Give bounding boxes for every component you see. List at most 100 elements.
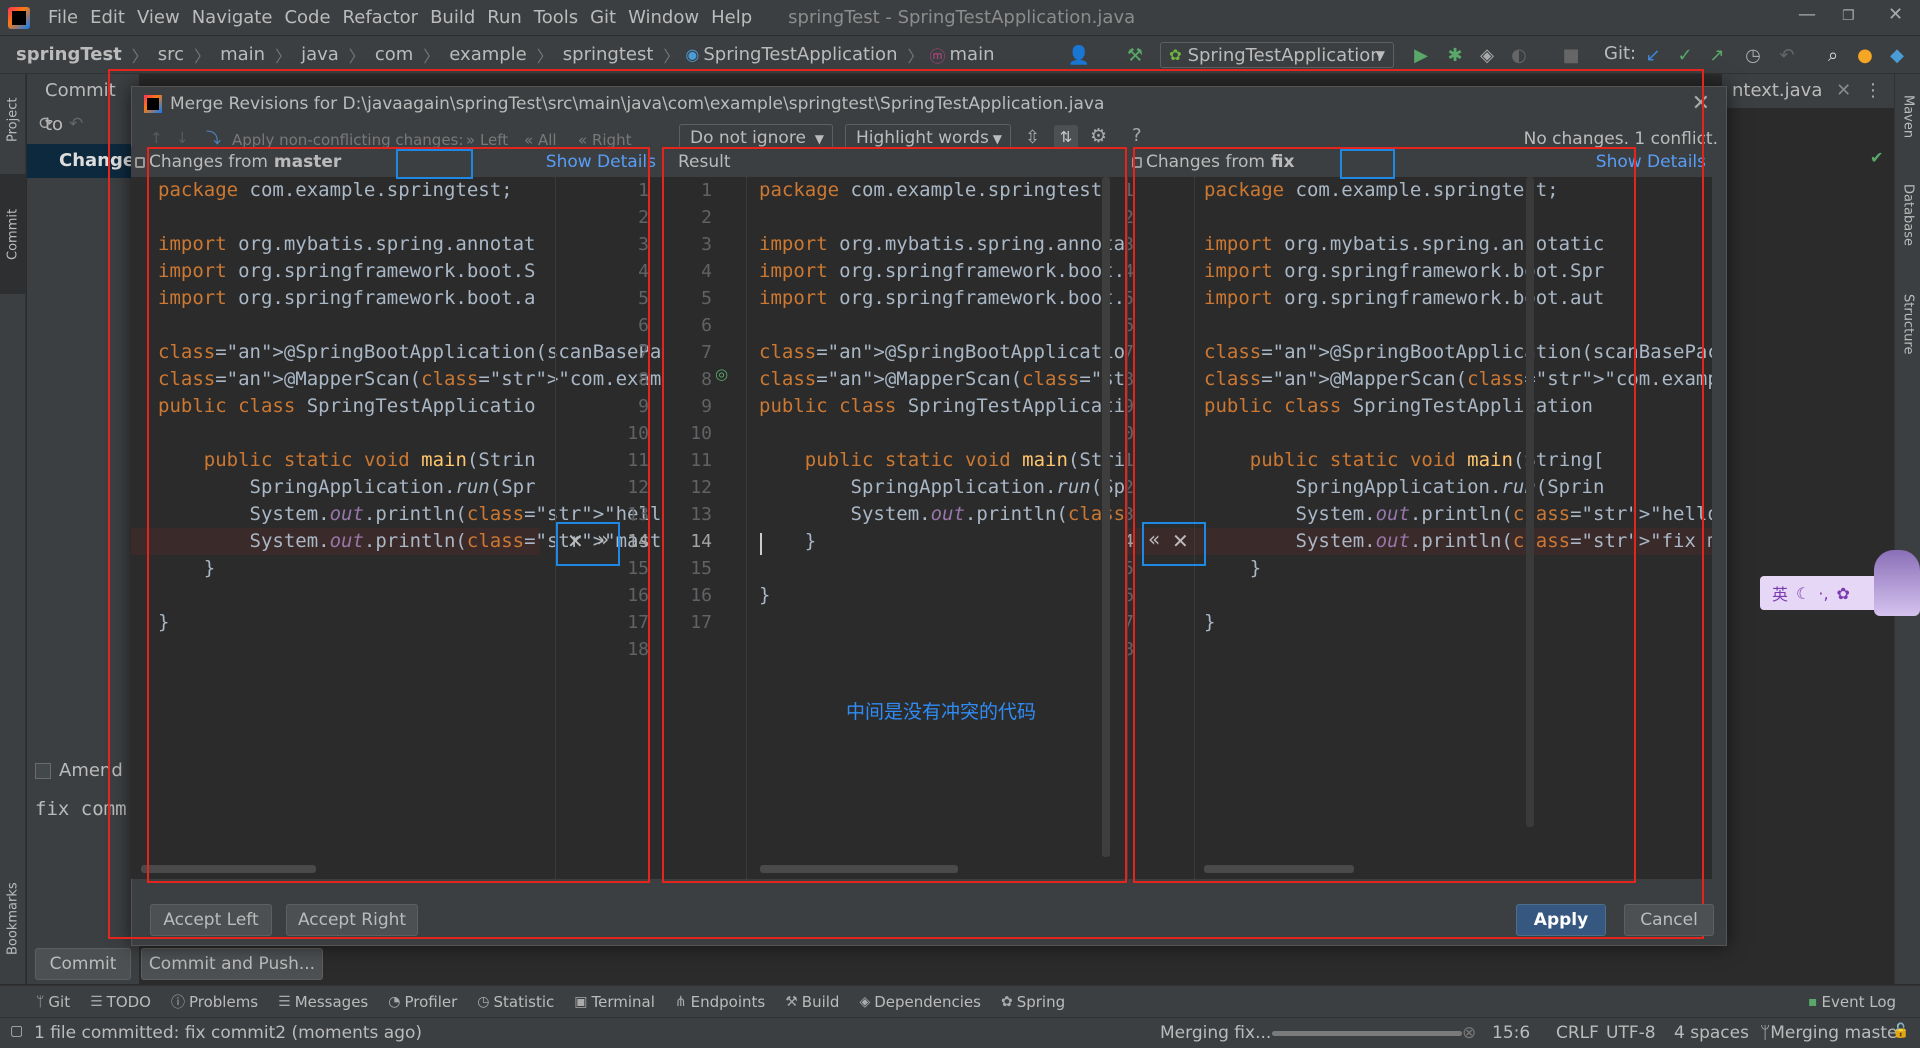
right-code-line[interactable]: import org.mybatis.spring.annotatic	[1204, 231, 1712, 258]
rollback-icon[interactable]: ↶	[69, 114, 83, 134]
apply-nonconflicting-icon[interactable]: ⤵	[206, 127, 221, 148]
right-code-line[interactable]: package com.example.springtest;	[1204, 177, 1712, 204]
center-code-line[interactable]: SpringApplication.run(Spring	[759, 474, 1128, 501]
right-code-line[interactable]	[1204, 420, 1712, 447]
structure-tool-tab[interactable]: Structure	[1895, 274, 1920, 374]
left-code-line[interactable]: }	[158, 609, 662, 636]
left-code-line[interactable]	[158, 204, 662, 231]
left-code-line[interactable]: public static void main(Strin	[158, 447, 662, 474]
tool-spring[interactable]: ✿ Spring	[991, 993, 1075, 1011]
menu-tools[interactable]: Tools	[528, 7, 584, 28]
git-commit-icon[interactable]: ✓	[1674, 44, 1696, 66]
next-diff-icon[interactable]: ↓	[176, 129, 189, 147]
left-code-line[interactable]: }	[158, 555, 662, 582]
left-code-line[interactable]	[158, 636, 662, 663]
right-code-line[interactable]: public class SpringTestApplication	[1204, 393, 1712, 420]
settings-gear-icon[interactable]: ⚙	[1090, 125, 1107, 147]
user-icon[interactable]: 👤	[1068, 44, 1090, 66]
right-code-line[interactable]	[1204, 582, 1712, 609]
right-code-line[interactable]: System.out.println(class="str">"fix mod	[1204, 528, 1713, 555]
right-code-line[interactable]: }	[1204, 609, 1712, 636]
restore-icon[interactable]: ❐	[1842, 8, 1855, 24]
git-history-icon[interactable]: ◷	[1742, 44, 1764, 66]
left-code-line[interactable]	[158, 420, 662, 447]
result-code-editor[interactable]: package com.example.springtest; import o…	[759, 177, 1127, 636]
status-message[interactable]: 1 file committed: fix commit2 (moments a…	[34, 1023, 422, 1043]
more-options-icon[interactable]: ⋮	[1864, 74, 1882, 108]
rollback-icon[interactable]: ↶	[1776, 44, 1798, 66]
menu-build[interactable]: Build	[424, 7, 481, 28]
breadcrumb-method[interactable]: main	[946, 44, 999, 65]
accept-right-icon[interactable]: «	[1148, 527, 1160, 551]
right-code-line[interactable]: import org.springframework.boot.aut	[1204, 285, 1712, 312]
menu-git[interactable]: Git	[584, 7, 622, 28]
right-show-details-link[interactable]: Show Details	[1596, 152, 1706, 172]
breadcrumb-springtest[interactable]: springtest	[559, 44, 658, 65]
changes-node[interactable]: Changes	[27, 144, 146, 178]
profiler-icon[interactable]: ◐	[1508, 44, 1530, 66]
plugin-icon[interactable]: ◆	[1886, 44, 1908, 66]
ime-widget[interactable]: 英 ☾ ·, ✿	[1760, 576, 1882, 610]
reject-left-icon[interactable]: ✕	[567, 529, 597, 553]
breadcrumb-example[interactable]: example	[445, 44, 530, 65]
center-code-line[interactable]	[759, 555, 1127, 582]
indent-setting[interactable]: 4 spaces	[1674, 1023, 1749, 1043]
tool-dependencies[interactable]: ◈ Dependencies	[849, 993, 991, 1011]
left-code-line[interactable]: import org.springframework.boot.a	[158, 285, 662, 312]
minimize-icon[interactable]: —	[1798, 4, 1816, 25]
lock-icon[interactable]: 🔓	[1892, 1023, 1909, 1039]
horizontal-scrollbar[interactable]	[141, 865, 316, 873]
breadcrumb-class[interactable]: SpringTestApplication	[699, 44, 901, 65]
tool-event-log[interactable]: ▪ Event Log	[1798, 993, 1906, 1011]
collapse-unchanged-icon[interactable]: ⇳	[1025, 127, 1040, 148]
tool-profiler[interactable]: ◔ Profiler	[378, 993, 467, 1011]
search-icon[interactable]: ⌕	[1822, 44, 1844, 66]
tool-endpoints[interactable]: ⋔ Endpoints	[665, 993, 775, 1011]
center-code-line[interactable]: }	[759, 528, 1127, 555]
left-code-line[interactable]: public class SpringTestApplicatio	[158, 393, 662, 420]
commit-and-push-button[interactable]: Commit and Push...	[141, 948, 323, 980]
task-label[interactable]: Merging fix...	[1160, 1023, 1271, 1043]
cancel-button[interactable]: Cancel	[1624, 904, 1714, 936]
center-code-line[interactable]: import org.springframework.boot.auto	[759, 285, 1127, 312]
accept-left-icon[interactable]: »	[597, 527, 619, 551]
right-code-line[interactable]: class="an">@SpringBootApplication(scanBa…	[1204, 339, 1712, 366]
center-code-line[interactable]: public static void main(String[]	[759, 447, 1127, 474]
menu-navigate[interactable]: Navigate	[186, 7, 279, 28]
left-code-line[interactable]: class="an">@MapperScan(class="str">"com.…	[158, 366, 662, 393]
coverage-icon[interactable]: ◈	[1476, 44, 1498, 66]
right-code-line[interactable]: }	[1204, 555, 1712, 582]
horizontal-scrollbar[interactable]	[760, 865, 958, 873]
breadcrumb-com[interactable]: com	[371, 44, 417, 65]
commit-button[interactable]: Commit	[35, 948, 131, 980]
bookmarks-tool-tab[interactable]: Bookmarks	[0, 864, 26, 974]
tool-messages[interactable]: ☰ Messages	[268, 993, 378, 1011]
center-code-line[interactable]	[759, 609, 1127, 636]
database-tool-tab[interactable]: Database	[1895, 170, 1920, 260]
tool-git[interactable]: ᛘ Git	[0, 993, 80, 1011]
left-show-details-link[interactable]: Show Details	[546, 152, 656, 172]
update-icon[interactable]: ●	[1854, 44, 1876, 66]
menu-file[interactable]: File	[42, 7, 84, 28]
center-code-line[interactable]: }	[759, 582, 1127, 609]
menu-code[interactable]: Code	[278, 7, 336, 28]
breadcrumb-main[interactable]: main	[216, 44, 269, 65]
git-update-icon[interactable]: ↙	[1642, 44, 1664, 66]
right-code[interactable]: package com.example.springtest; import o…	[1204, 177, 1712, 663]
git-branch-status[interactable]: ᛘMerging master	[1760, 1023, 1904, 1043]
editor-tab[interactable]: ntext.java ✕ ⋮	[1722, 74, 1894, 108]
apply-button[interactable]: Apply	[1516, 904, 1606, 936]
run-configuration-dropdown[interactable]: ✿ SpringTestApplication ▼	[1160, 42, 1394, 68]
left-code-line[interactable]: class="an">@SpringBootApplication(scanBa…	[158, 339, 662, 366]
run-icon[interactable]: ▶	[1410, 44, 1432, 66]
sync-scroll-icon[interactable]: ⇅	[1054, 125, 1078, 149]
tool-problems[interactable]: ⓘ Problems	[161, 992, 268, 1012]
menu-help[interactable]: Help	[705, 7, 758, 28]
project-tool-tab[interactable]: Project	[0, 80, 26, 160]
right-code-line[interactable]	[1204, 636, 1712, 663]
menu-window[interactable]: Window	[622, 7, 705, 28]
center-code-line[interactable]: package com.example.springtest;	[759, 177, 1127, 204]
status-toggle-icon[interactable]: ▢	[10, 1023, 23, 1039]
file-encoding[interactable]: UTF-8	[1606, 1023, 1656, 1043]
breadcrumb-src[interactable]: src	[154, 44, 188, 65]
